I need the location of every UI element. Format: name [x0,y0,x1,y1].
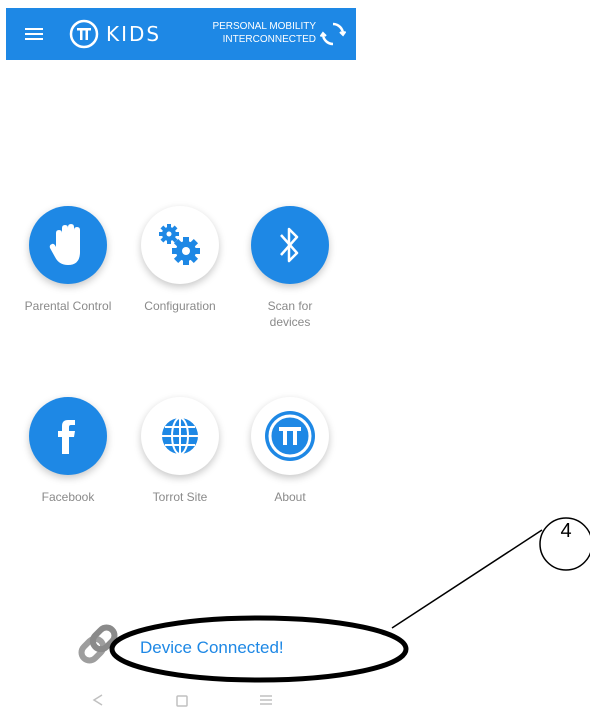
hamburger-menu-icon[interactable] [20,20,48,48]
tile-label-line-1: Facebook [41,490,95,504]
torrot-logo-icon [69,19,99,49]
tile-label-line-1: Configuration [144,299,216,313]
tile-label-line-1: About [274,490,306,504]
tile-scan-devices[interactable]: Scan for devices [230,206,350,330]
tile-parental-control[interactable]: Parental Control [8,206,128,314]
back-nav-icon[interactable] [88,692,108,708]
tile-label: Facebook [8,489,128,505]
refresh-icon[interactable] [320,21,346,47]
brand-text: KIDS [106,22,162,46]
configuration-button[interactable] [141,206,219,284]
torrot-site-button[interactable] [141,397,219,475]
tile-label: Scan for devices [230,298,350,330]
annotation-overlay [109,517,590,683]
parental-control-button[interactable] [29,206,107,284]
device-status-text: Device Connected! [140,638,284,657]
bluetooth-icon [280,227,299,263]
brand-logo-group: KIDS [68,18,161,50]
tile-label-line-2: devices [269,315,311,329]
hand-stop-icon [49,224,80,265]
tile-label: Configuration [120,298,240,314]
tile-about[interactable]: About [230,397,350,505]
torrot-logo-icon [265,411,315,461]
facebook-icon [58,420,75,454]
globe-icon [162,417,198,455]
tile-label-line-1: Parental Control [24,299,112,313]
tile-torrot-site[interactable]: Torrot Site [120,397,240,505]
scan-devices-button[interactable] [251,206,329,284]
link-icon [78,624,118,664]
tile-label: Torrot Site [120,489,240,505]
tile-label: About [230,489,350,505]
tagline-line-1: PERSONAL MOBILITY [212,21,316,32]
system-nav-bar [0,692,590,710]
tile-label-line-1: Scan for [267,299,313,313]
tile-label: Parental Control [8,298,128,314]
tile-configuration[interactable]: Configuration [120,206,240,314]
tile-facebook[interactable]: Facebook [8,397,128,505]
home-nav-icon[interactable] [172,692,192,708]
recents-nav-icon[interactable] [256,692,276,708]
app-header: KIDS PERSONAL MOBILITY INTERCONNECTED [6,8,356,60]
gears-icon [159,224,200,265]
facebook-button[interactable] [29,397,107,475]
tagline: PERSONAL MOBILITY INTERCONNECTED [212,20,316,46]
annotation-leader-line [391,529,543,629]
annotation-number: 4 [560,520,572,542]
tagline-line-2: INTERCONNECTED [222,34,316,45]
tile-label-line-1: Torrot Site [152,490,208,504]
about-button[interactable] [251,397,329,475]
